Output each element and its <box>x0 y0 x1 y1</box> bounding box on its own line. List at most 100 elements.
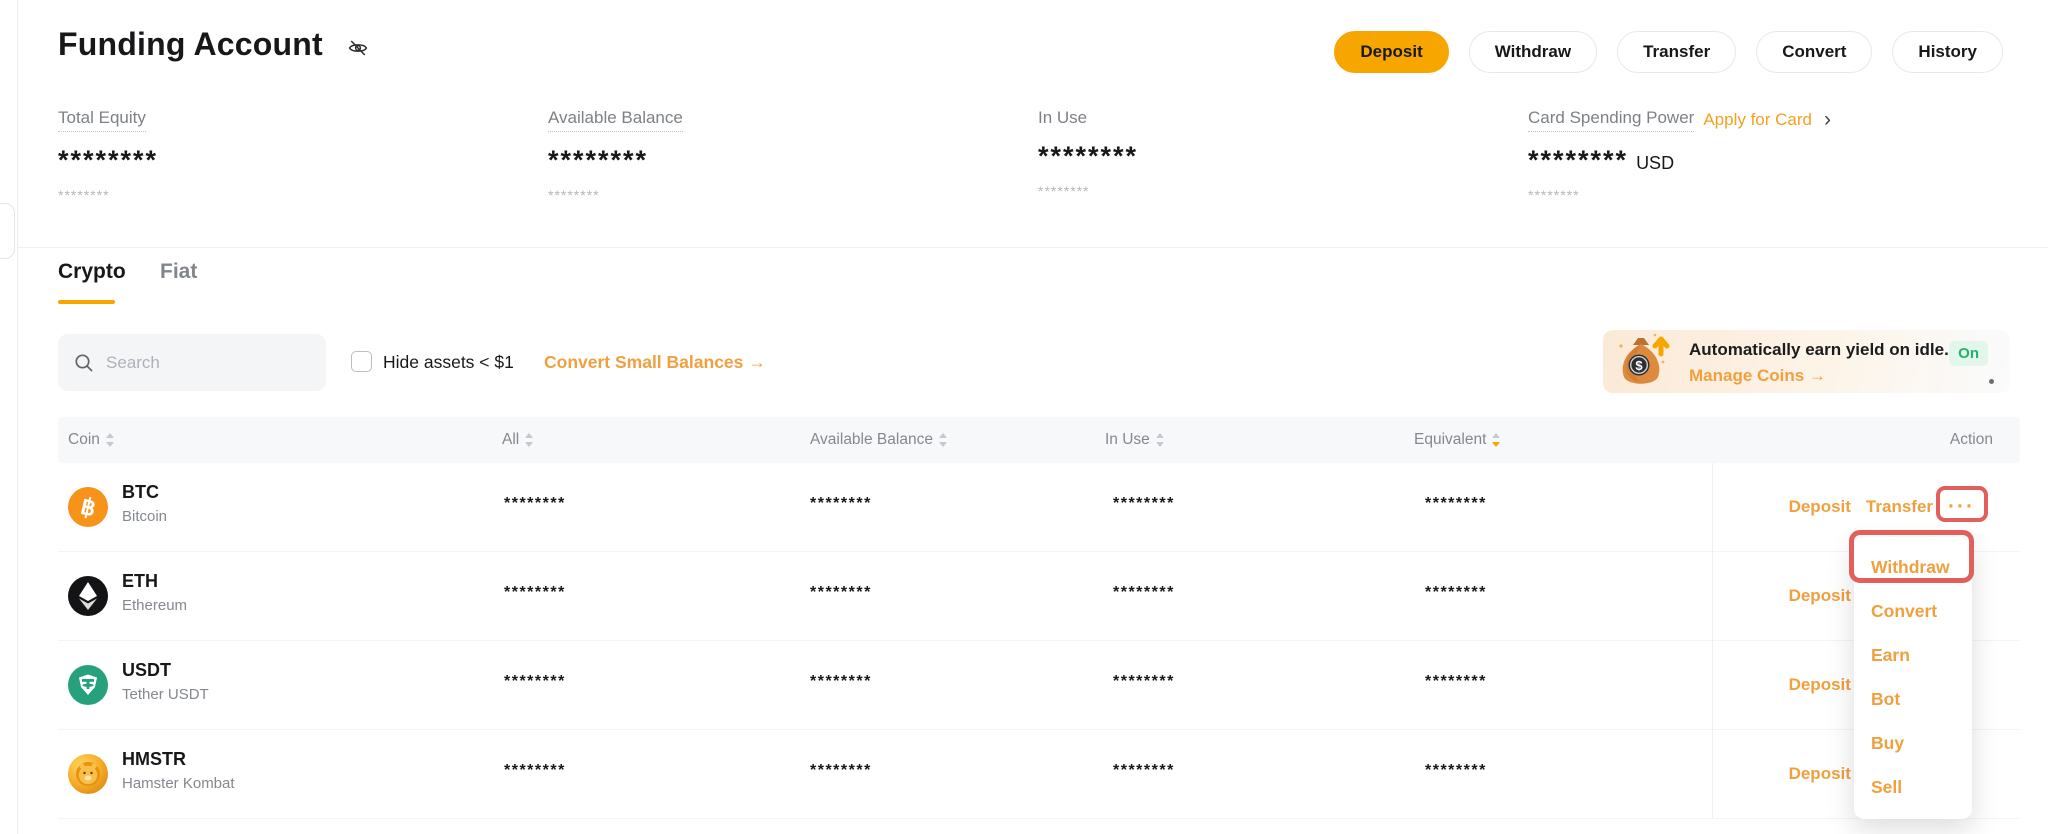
menu-item-bot[interactable]: Bot <box>1854 677 1972 721</box>
cell-all: ******** <box>504 495 566 513</box>
menu-item-convert[interactable]: Convert <box>1854 589 1972 633</box>
stat-value-masked: ******** <box>1038 141 1508 171</box>
left-panel-divider <box>17 0 18 834</box>
menu-item-buy[interactable]: Buy <box>1854 721 1972 765</box>
menu-item-earn[interactable]: Earn <box>1854 633 1972 677</box>
assets-table-header: Coin All Available Balance In Use Equiva… <box>58 417 2020 463</box>
table-row-eth: ETH Ethereum ******** ******** ******** … <box>58 552 2020 641</box>
stat-total-equity: Total Equity ******** ******** <box>58 108 528 203</box>
search-box[interactable] <box>58 334 326 391</box>
row-deposit-link[interactable]: Deposit <box>1789 586 1851 606</box>
action-column-divider <box>1712 463 1713 818</box>
stat-sub-masked: ******** <box>1528 187 1998 203</box>
side-drawer-handle[interactable] <box>0 203 15 259</box>
cell-in-use: ******** <box>1113 673 1175 691</box>
coin-name: Bitcoin <box>122 508 167 525</box>
convert-button[interactable]: Convert <box>1756 31 1872 73</box>
stat-value-masked: ********USD <box>1528 145 1998 175</box>
row-deposit-link[interactable]: Deposit <box>1789 497 1851 517</box>
cell-in-use: ******** <box>1113 762 1175 780</box>
stat-in-use: In Use ******** ******** <box>1038 108 1508 199</box>
coin-name: Hamster Kombat <box>122 775 235 792</box>
coin-symbol: ETH <box>122 571 158 592</box>
transfer-button[interactable]: Transfer <box>1617 31 1736 73</box>
stat-label: Available Balance <box>548 108 683 132</box>
tab-crypto[interactable]: Crypto <box>58 260 126 284</box>
stat-sub-masked: ******** <box>548 187 1018 203</box>
menu-item-withdraw[interactable]: Withdraw <box>1854 545 1972 589</box>
table-row-btc: ฿ BTC Bitcoin ******** ******** ********… <box>58 463 2020 552</box>
banner-title: Automatically earn yield on idle... <box>1689 340 1958 360</box>
cell-all: ******** <box>504 762 566 780</box>
sort-icon <box>525 433 533 447</box>
row-deposit-link[interactable]: Deposit <box>1789 764 1851 784</box>
menu-item-sell[interactable]: Sell <box>1854 765 1972 809</box>
cell-equivalent: ******** <box>1425 673 1487 691</box>
cell-equivalent: ******** <box>1425 762 1487 780</box>
manage-coins-link[interactable]: Manage Coins → <box>1689 366 1826 386</box>
header-actions: Deposit Withdraw Transfer Convert Histor… <box>1334 31 2003 73</box>
sort-icon <box>106 433 114 447</box>
cell-all: ******** <box>504 673 566 691</box>
earn-yield-banner: $ Automatically earn yield on idle... Ma… <box>1603 330 2010 393</box>
funding-account-page: Funding Account Deposit Withdraw Transfe… <box>0 0 2048 834</box>
yield-status-badge: On <box>1949 341 1988 366</box>
column-header-coin[interactable]: Coin <box>68 431 114 449</box>
stat-label: Total Equity <box>58 108 146 132</box>
column-header-in-use[interactable]: In Use <box>1105 431 1164 449</box>
svg-text:$: $ <box>1635 358 1643 373</box>
cell-available: ******** <box>810 673 872 691</box>
coin-name: Ethereum <box>122 597 187 614</box>
stat-label: In Use <box>1038 108 1087 128</box>
cell-equivalent: ******** <box>1425 495 1487 513</box>
coin-symbol: HMSTR <box>122 749 186 770</box>
table-row-hmstr: HMSTR Hamster Kombat ******** ******** *… <box>58 730 2020 819</box>
stat-available-balance: Available Balance ******** ******** <box>548 108 1018 203</box>
active-tab-underline <box>58 300 115 304</box>
cell-available: ******** <box>810 584 872 602</box>
stat-card-spending-power: Card Spending Power Apply for Card › ***… <box>1528 108 1998 203</box>
coin-symbol: USDT <box>122 660 171 681</box>
coin-name: Tether USDT <box>122 686 209 703</box>
hide-small-assets-checkbox[interactable] <box>351 351 372 372</box>
stat-label: Card Spending Power <box>1528 108 1694 132</box>
cell-all: ******** <box>504 584 566 602</box>
stat-unit: USD <box>1636 153 1674 173</box>
column-header-action: Action <box>1950 431 1993 449</box>
row-actions-context-menu: Withdraw Convert Earn Bot Buy Sell <box>1854 537 1972 819</box>
sort-icon-active-desc <box>1492 433 1500 447</box>
convert-small-balances-link[interactable]: Convert Small Balances → <box>544 352 766 373</box>
deposit-button[interactable]: Deposit <box>1334 31 1448 73</box>
row-more-actions-button[interactable]: ··· <box>1948 495 1975 519</box>
column-header-all[interactable]: All <box>502 431 533 449</box>
hide-balance-eye-icon[interactable] <box>347 37 369 59</box>
withdraw-button[interactable]: Withdraw <box>1469 31 1597 73</box>
stat-value-masked: ******** <box>58 145 528 175</box>
cell-in-use: ******** <box>1113 584 1175 602</box>
stat-sub-masked: ******** <box>1038 183 1508 199</box>
cell-in-use: ******** <box>1113 495 1175 513</box>
column-header-available-balance[interactable]: Available Balance <box>810 431 947 449</box>
stat-value-masked: ******** <box>548 145 1018 175</box>
tab-fiat[interactable]: Fiat <box>160 260 197 284</box>
btc-coin-icon: ฿ <box>68 487 108 527</box>
hmstr-coin-icon <box>68 754 108 794</box>
sort-icon <box>939 433 947 447</box>
column-header-equivalent[interactable]: Equivalent <box>1414 431 1500 449</box>
search-icon <box>74 353 94 373</box>
cell-available: ******** <box>810 762 872 780</box>
section-divider <box>18 247 2048 248</box>
row-deposit-link[interactable]: Deposit <box>1789 675 1851 695</box>
history-button[interactable]: History <box>1892 31 2003 73</box>
sort-icon <box>1156 433 1164 447</box>
carousel-dot[interactable] <box>1989 379 1994 384</box>
row-transfer-link[interactable]: Transfer <box>1866 497 1933 517</box>
search-input[interactable] <box>106 353 310 373</box>
table-row-usdt: USDT Tether USDT ******** ******** *****… <box>58 641 2020 730</box>
chevron-right-icon[interactable]: › <box>1824 113 1831 127</box>
eth-coin-icon <box>68 576 108 616</box>
cell-equivalent: ******** <box>1425 584 1487 602</box>
coin-symbol: BTC <box>122 482 159 503</box>
cell-available: ******** <box>810 495 872 513</box>
apply-for-card-link[interactable]: Apply for Card <box>1703 110 1812 130</box>
